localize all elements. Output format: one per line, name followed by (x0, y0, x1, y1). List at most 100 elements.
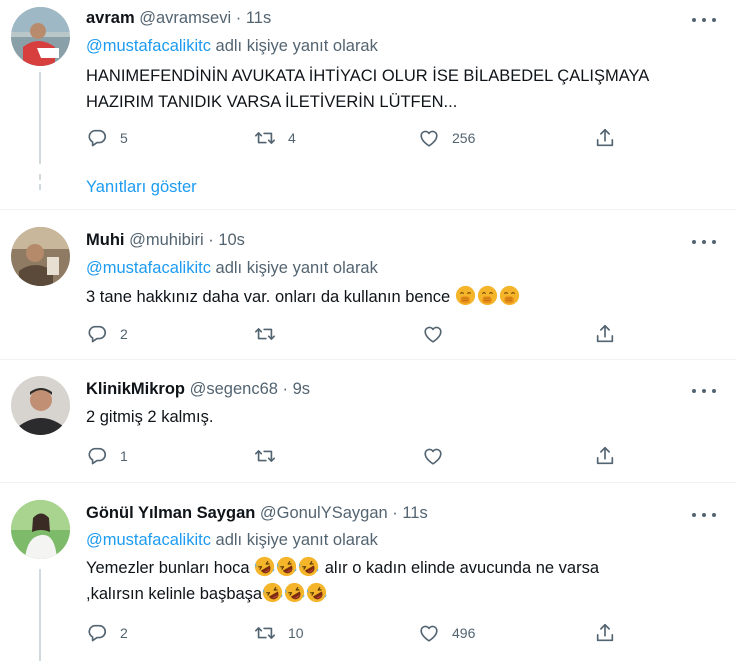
share-button[interactable] (594, 126, 616, 150)
reply-count: 2 (120, 625, 128, 641)
tweet-text: 2 gitmiş 2 kalmış. (86, 404, 706, 430)
face-with-hand-over-mouth-icon (477, 285, 498, 306)
like-button[interactable] (422, 322, 456, 346)
retweet-button[interactable] (254, 322, 288, 346)
tweet-actions: 2 10 496 (86, 621, 626, 645)
heart-icon (418, 127, 440, 149)
heart-icon (418, 622, 440, 644)
rolling-on-the-floor-laughing-icon (284, 582, 305, 603)
retweet-icon (254, 622, 276, 644)
mention-link[interactable]: @mustafacalikitc (86, 531, 211, 549)
like-button[interactable]: 256 (418, 126, 475, 150)
share-icon (594, 622, 616, 644)
more-icon[interactable] (692, 232, 716, 252)
avatar[interactable] (11, 227, 70, 286)
separator-dot: · (282, 380, 289, 398)
tweet-4[interactable]: Gönül Yılman Saygan @GonulYSaygan · 11s … (0, 483, 736, 661)
reply-to-suffix: adlı kişiye yanıt olarak (210, 37, 378, 55)
reply-button[interactable]: 2 (86, 621, 128, 645)
more-icon[interactable] (692, 505, 716, 525)
reply-icon (86, 323, 108, 345)
like-count: 256 (452, 130, 476, 146)
mention-link[interactable]: @mustafacalikitc (86, 37, 211, 55)
avatar[interactable] (11, 500, 70, 559)
reply-count: 5 (120, 130, 128, 146)
timestamp[interactable]: 9s (293, 380, 310, 398)
more-icon[interactable] (692, 10, 716, 30)
replying-to: @mustafacalikitc adlı kişiye yanıt olara… (86, 530, 378, 550)
thread-line (39, 569, 41, 661)
tweet-text: HANIMEFENDİNİN AVUKATA İHTİYACI OLUR İSE… (86, 63, 706, 115)
retweet-button[interactable]: 4 (254, 126, 296, 150)
share-icon (594, 445, 616, 467)
tweet-header: Gönül Yılman Saygan @GonulYSaygan · 11s (86, 503, 428, 523)
display-name[interactable]: Gönül Yılman Saygan (86, 504, 255, 522)
thread-continuation (38, 174, 42, 194)
mention-link[interactable]: @mustafacalikitc (86, 259, 211, 277)
like-count: 496 (452, 625, 476, 641)
retweet-button[interactable] (254, 444, 288, 468)
reply-icon (86, 445, 108, 467)
reply-to-suffix: adlı kişiye yanıt olarak (210, 531, 378, 549)
like-button[interactable]: 496 (418, 621, 475, 645)
username[interactable]: @muhibiri (129, 231, 204, 249)
display-name[interactable]: KlinikMikrop (86, 380, 185, 398)
face-with-hand-over-mouth-icon (499, 285, 520, 306)
tweet-actions: 5 4 256 (86, 126, 626, 150)
tweet-actions: 2 (86, 322, 626, 346)
retweet-icon (254, 445, 276, 467)
reply-count: 1 (120, 448, 128, 464)
separator-dot: · (235, 9, 242, 27)
like-button[interactable] (422, 444, 456, 468)
thread-line (39, 72, 41, 164)
reply-to-suffix: adlı kişiye yanıt olarak (210, 259, 378, 277)
tweet-text-line: HANIMEFENDİNİN AVUKATA İHTİYACI OLUR İSE… (86, 67, 650, 85)
timestamp[interactable]: 11s (246, 9, 271, 27)
tweet-header: Muhi @muhibiri · 10s (86, 230, 245, 250)
username[interactable]: @avramsevi (139, 9, 231, 27)
replying-to: @mustafacalikitc adlı kişiye yanıt olara… (86, 258, 378, 278)
timestamp[interactable]: 11s (402, 504, 427, 522)
rolling-on-the-floor-laughing-icon (298, 556, 319, 577)
tweet-2[interactable]: Muhi @muhibiri · 10s @mustafacalikitc ad… (0, 210, 736, 359)
tweet-text-line: alır o kadın elinde avucunda ne varsa (320, 559, 600, 577)
username[interactable]: @segenc68 (190, 380, 278, 398)
reply-count: 2 (120, 326, 128, 342)
username[interactable]: @GonulYSaygan (260, 504, 388, 522)
separator-dot: · (392, 504, 398, 522)
reply-button[interactable]: 1 (86, 444, 128, 468)
reply-button[interactable]: 2 (86, 322, 128, 346)
replying-to: @mustafacalikitc adlı kişiye yanıt olara… (86, 36, 378, 56)
rolling-on-the-floor-laughing-icon (276, 556, 297, 577)
rolling-on-the-floor-laughing-icon (254, 556, 275, 577)
reply-icon (86, 622, 108, 644)
retweet-count: 10 (288, 625, 304, 641)
tweet-text-line: 3 tane hakkınız daha var. onları da kull… (86, 288, 455, 306)
rolling-on-the-floor-laughing-icon (306, 582, 327, 603)
tweet-1[interactable]: avram @avramsevi · 11s @mustafacalikitc … (0, 0, 736, 209)
display-name[interactable]: avram (86, 9, 135, 27)
tweet-header: avram @avramsevi · 11s (86, 8, 271, 28)
more-icon[interactable] (692, 381, 716, 401)
reply-button[interactable]: 5 (86, 126, 128, 150)
rolling-on-the-floor-laughing-icon (262, 582, 283, 603)
retweet-button[interactable]: 10 (254, 621, 304, 645)
face-with-hand-over-mouth-icon (455, 285, 476, 306)
share-button[interactable] (594, 621, 616, 645)
display-name[interactable]: Muhi (86, 231, 125, 249)
share-button[interactable] (594, 444, 616, 468)
show-replies-link[interactable]: Yanıtları göster (86, 178, 197, 197)
tweet-text-line: 2 gitmiş 2 kalmış. (86, 408, 214, 426)
tweet-text: 3 tane hakkınız daha var. onları da kull… (86, 284, 706, 310)
share-icon (594, 127, 616, 149)
tweet-text: Yemezler bunları hoca alır o kadın elind… (86, 555, 706, 607)
share-icon (594, 323, 616, 345)
retweet-icon (254, 323, 276, 345)
avatar[interactable] (11, 7, 70, 66)
share-button[interactable] (594, 322, 616, 346)
tweet-3[interactable]: KlinikMikrop @segenc68 · 9s 2 gitmiş 2 k… (0, 360, 736, 482)
tweet-text-line: ,kalırsın kelinle başbaşa (86, 585, 263, 603)
avatar[interactable] (11, 376, 70, 435)
retweet-icon (254, 127, 276, 149)
timestamp[interactable]: 10s (218, 231, 245, 249)
